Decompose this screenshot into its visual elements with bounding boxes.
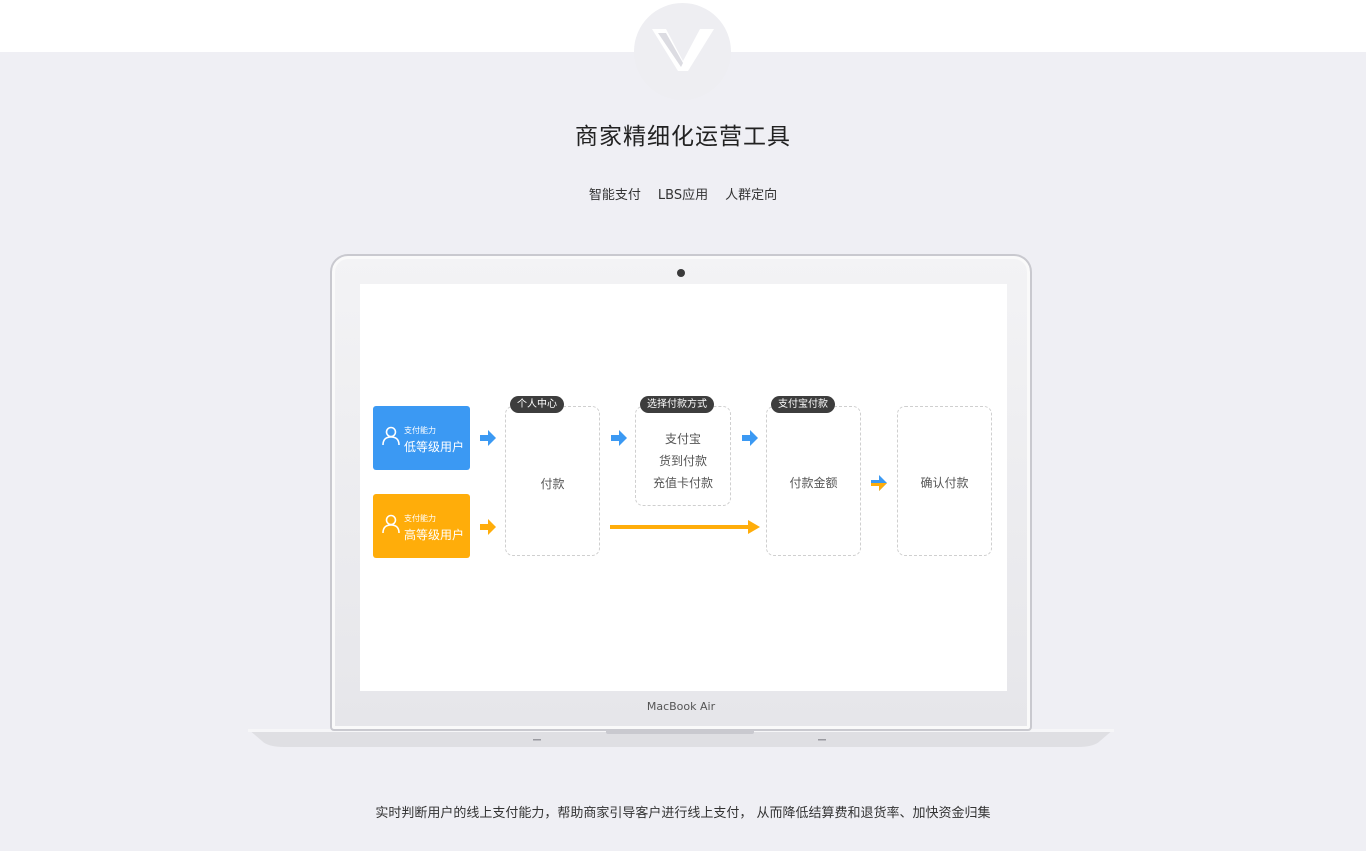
arrow-right-icon — [742, 430, 758, 446]
camera-icon — [677, 269, 685, 277]
payment-option: 充值卡付款 — [652, 476, 713, 490]
logo-v-icon — [652, 29, 714, 71]
payment-option: 支付宝 — [664, 432, 701, 446]
payment-method-options: 支付宝 货到付款 充值卡付款 — [635, 428, 731, 494]
high-level-user-box: 支付能力 高等级用户 — [373, 494, 470, 558]
arrow-right-icon — [480, 519, 496, 535]
step-tag: 选择付款方式 — [640, 396, 714, 413]
laptop-brand: MacBook Air — [646, 700, 716, 713]
arrow-right-icon — [871, 475, 887, 491]
laptop-screen: 支付能力 低等级用户 支付能力 高等级用户 个人中心 付款 选择付款方式 支付宝… — [360, 284, 1007, 691]
user-level-label: 高等级用户 — [404, 528, 465, 542]
step-tag: 个人中心 — [510, 396, 564, 413]
feature-tabs: 智能支付 LBS应用 人群定向 — [0, 184, 1366, 203]
user-icon — [382, 426, 400, 446]
tab-smart-pay[interactable]: 智能支付 — [589, 184, 641, 203]
tab-lbs[interactable]: LBS应用 — [658, 184, 708, 203]
user-capability-label: 支付能力 — [404, 426, 436, 435]
step-label: 付款 — [540, 477, 565, 491]
low-level-user-box: 支付能力 低等级用户 — [373, 406, 470, 470]
payment-option: 货到付款 — [658, 454, 707, 468]
step-label: 付款金额 — [789, 476, 838, 490]
section-description: 实时判断用户的线上支付能力，帮助商家引导客户进行线上支付， 从而降低结算费和退货… — [375, 806, 991, 821]
step-label: 确认付款 — [920, 476, 969, 490]
step-tag: 支付宝付款 — [771, 396, 835, 413]
user-capability-label: 支付能力 — [404, 514, 436, 523]
logo-badge — [634, 3, 731, 100]
tab-crowd-targeting[interactable]: 人群定向 — [725, 184, 777, 203]
user-icon — [382, 514, 400, 534]
arrow-right-icon — [611, 430, 627, 446]
user-level-label: 低等级用户 — [404, 440, 465, 454]
arrow-right-icon — [480, 430, 496, 446]
long-arrow-icon — [610, 520, 760, 534]
section-title: 商家精细化运营工具 — [575, 124, 791, 150]
